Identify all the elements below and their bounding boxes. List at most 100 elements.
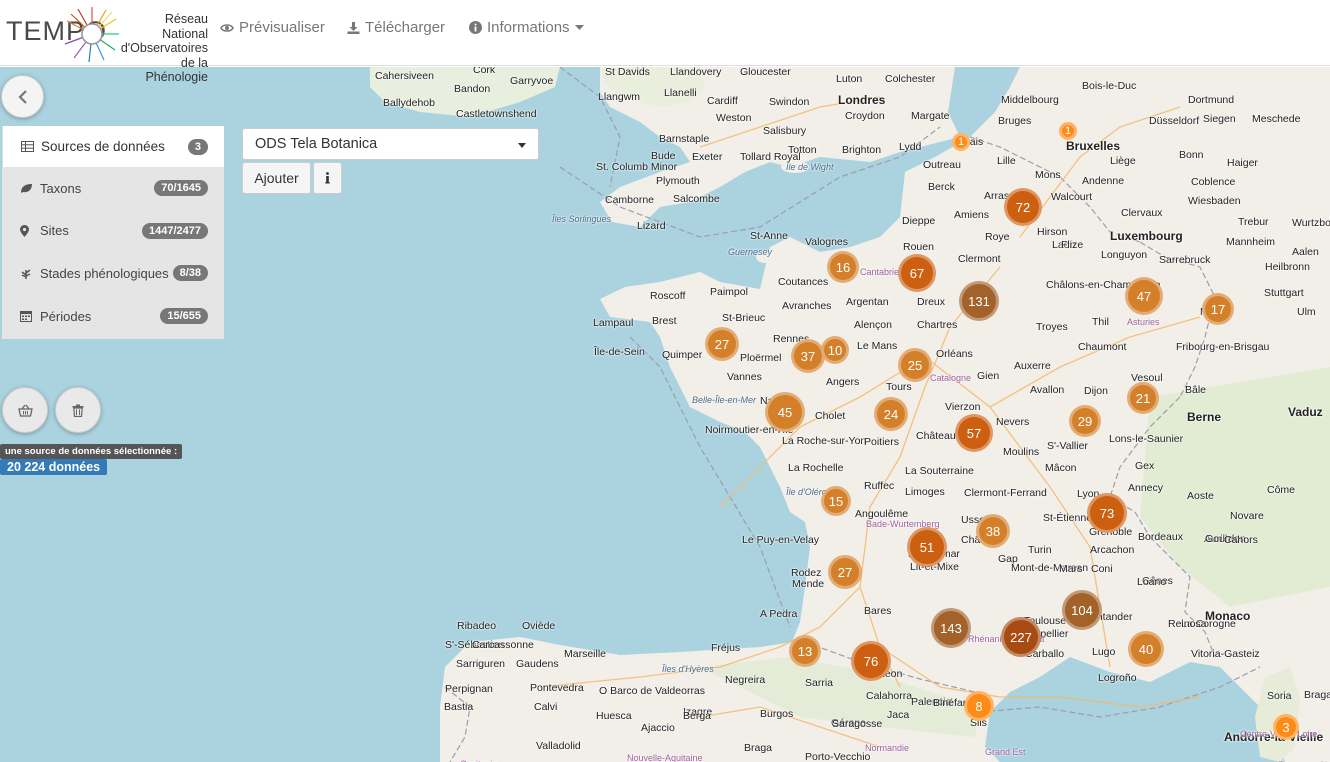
map-place-label: Lugo [1092,646,1116,658]
map-cluster-marker[interactable]: 131 [959,281,999,321]
map-place-label: Stuttgart [1264,287,1304,299]
map-place-label: Île-de-Sein [594,346,645,358]
map-place-label: Berck [928,181,955,193]
map-place-label: Ribadeo [457,620,497,632]
map-cluster-marker[interactable]: 25 [898,348,932,382]
map-place-label: Chaumont [1078,341,1127,353]
map-place-label: Roye [985,231,1010,243]
map-place-label: S'-Vallier [1047,440,1088,452]
map-place-label: Negreira [725,674,766,686]
calendar-icon [20,310,36,323]
map-place-label: Clermont-Ferrand [964,487,1047,499]
map-place-label: Llanelli [664,87,697,99]
map-place-label: Vaduz [1288,405,1323,419]
map-place-label: La Souterraine [905,465,974,477]
map-cluster-marker[interactable]: 73 [1087,493,1127,533]
map-cluster-marker[interactable]: 29 [1069,405,1101,437]
map-cluster-marker[interactable]: 57 [955,414,993,452]
map-place-label: Barnstaple [659,133,710,145]
map-place-label: Llangwm [598,91,641,103]
add-source-button[interactable]: Ajouter [242,162,311,194]
selection-label: une source de données sélectionnée : [0,444,183,459]
eye-icon [220,23,234,32]
map-cluster-marker[interactable]: 1 [1059,122,1077,140]
download-menu[interactable]: Télécharger [347,19,445,36]
map-cluster-marker[interactable]: 143 [931,608,971,648]
map-cluster-marker[interactable]: 17 [1202,293,1234,325]
count-badge: 8/38 [172,265,208,282]
map-cluster-marker[interactable]: 45 [765,392,805,432]
map-place-label: Trebur [1238,216,1269,228]
map-place-label: Le Mans [857,340,898,352]
map-cluster-marker[interactable]: 37 [791,339,825,373]
sidebar-item-taxons[interactable]: Taxons 70/1645 [2,167,224,210]
sidebar-item-label: Stades phénologiques [40,265,169,281]
sidebar-item-stades[interactable]: Stades phénologiques 8/38 [2,252,224,295]
delete-button[interactable] [55,387,101,433]
map-cluster-marker[interactable]: 38 [976,514,1010,548]
map-cluster-marker[interactable]: 1 [952,133,970,151]
informations-menu[interactable]: Informations [469,19,584,36]
map-place-label: Moulins [1003,446,1040,458]
tempo-logo[interactable]: TEMPO Réseau National d'Observatoires de… [4,2,210,84]
map-cluster-marker[interactable]: 10 [821,336,849,364]
map-place-label: Huesca [596,710,632,722]
map-place-label: Perpignan [445,683,493,695]
map-place-label: Normandie [865,743,910,753]
map-place-label: Tours [886,381,912,393]
map-place-label: Avallon [1030,384,1065,396]
map-place-label: Belle-Île-en-Mer [692,395,757,405]
sidebar-item-periodes[interactable]: Périodes 15/655 [2,295,224,338]
preview-menu[interactable]: Prévisualiser [220,19,325,36]
map-place-label: Meschede [1252,113,1301,125]
sidebar-item-sites[interactable]: Sites 1447/2477 [2,210,224,253]
map-cluster-marker[interactable]: 76 [851,641,891,681]
map-cluster-marker[interactable]: 40 [1128,631,1164,667]
map-place-label: Cahors [1224,534,1258,546]
collapse-sidebar-button[interactable] [1,75,44,118]
map-cluster-marker[interactable]: 8 [964,691,994,721]
map-place-label: Lydd [899,141,922,153]
map-cluster-marker[interactable]: 51 [907,527,947,567]
basket-button[interactable] [2,387,48,433]
map-cluster-marker[interactable]: 27 [828,555,862,589]
map-place-label: Quimper [662,349,703,361]
map-cluster-marker[interactable]: 16 [827,251,859,283]
info-icon [325,172,330,184]
map-cluster-marker[interactable]: 27 [705,327,739,361]
map-place-label: Lille [997,155,1016,167]
sidebar-item-sources[interactable]: Sources de données 3 [2,126,224,167]
map-place-label: Novare [1230,510,1264,522]
map-cluster-marker[interactable]: 47 [1125,277,1163,315]
count-badge: 15/655 [160,308,208,325]
map-cluster-marker[interactable]: 3 [1273,714,1299,740]
map-place-label: Îles Sorlingues [552,214,612,224]
map-cluster-marker[interactable]: 227 [1001,617,1041,657]
sidebar-item-label: Sources de données [41,139,165,154]
map-place-label: Coutances [778,276,829,288]
source-select[interactable]: ODS Tela Botanica [242,128,539,160]
map-place-label: Garryvoe [510,75,554,87]
map-place-label: Cork [473,67,496,76]
map-place-label: Ajaccio [641,722,675,734]
map-place-label: Porto-Vecchio [805,751,871,762]
map-place-label: Bâle [1185,384,1207,396]
map-cluster-marker[interactable]: 104 [1062,590,1102,630]
map-cluster-marker[interactable]: 21 [1127,382,1159,414]
map-place-label: Ulm [1297,306,1316,318]
map-place-label: Cahersiveen [375,70,434,82]
map-place-label: Bonn [1179,149,1204,161]
leaf-icon [20,183,36,194]
map-cluster-marker[interactable]: 15 [821,486,851,516]
informations-label: Informations [487,19,570,36]
map-cluster-marker[interactable]: 72 [1004,188,1042,226]
source-info-button[interactable] [313,162,342,194]
map-place-label: Loano [1137,576,1167,588]
map-place-label: Aalen [1292,246,1319,258]
map-place-label: Fréjus [711,642,741,654]
map-place-label: Argentan [846,296,889,308]
map-cluster-marker[interactable]: 67 [898,254,936,292]
map-cluster-marker[interactable]: 24 [874,397,908,431]
map-cluster-marker[interactable]: 13 [789,635,821,667]
map-place-label: Margate [911,110,950,122]
